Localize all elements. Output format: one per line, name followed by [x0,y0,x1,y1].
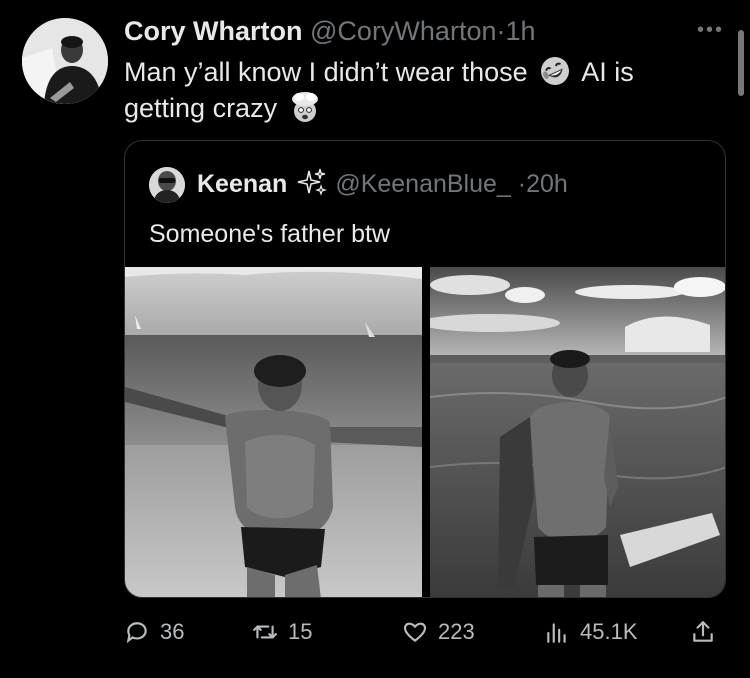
sparkles-icon [298,168,328,196]
like-count: 223 [438,619,475,644]
retweet-icon [253,625,277,639]
reply-icon [126,622,147,644]
reply-count: 36 [160,619,185,644]
tweet-text: Man y’all know I didn’t wear those AI is… [124,54,684,126]
quote-text: Someone's father btw [149,220,391,248]
tweet-header: Cory Wharton @CoryWharton·1h [124,14,536,48]
like-button[interactable]: 223 [402,614,475,650]
author-avatar[interactable] [22,18,108,104]
share-button[interactable] [690,614,716,650]
quote-author-handle[interactable]: @KeenanBlue_ [335,170,511,198]
retweet-button[interactable]: 15 [252,614,312,650]
quote-author-name[interactable]: Keenan [197,170,287,198]
quote-photo-left[interactable] [125,267,422,597]
views-chart-icon [547,623,566,643]
author-handle[interactable]: @CoryWharton [310,16,496,46]
views-count: 45.1K [580,619,638,644]
scrollbar[interactable] [738,30,744,96]
quote-separator-dot: · [517,170,527,198]
share-icon [693,621,713,642]
tweet-actions-bar: 36 15 223 45.1K [124,614,726,650]
retweet-count: 15 [288,619,313,644]
quote-photo-right[interactable] [430,267,725,597]
quoted-tweet-card[interactable]: Keenan @KeenanBlue_ ·20h Someone's fathe… [124,140,726,598]
exploding-head-emoji-icon [291,92,318,122]
author-name[interactable]: Cory Wharton [124,16,303,46]
quote-header: Keenan @KeenanBlue_ ·20h [197,167,568,201]
tweet-text-part-1: Man y’all know I didn’t wear those [124,57,528,87]
reply-button[interactable]: 36 [124,614,184,650]
quote-time[interactable]: 20h [526,170,568,198]
tweet-time[interactable]: 1h [505,16,535,46]
views-button[interactable]: 45.1K [544,614,638,650]
quote-author-avatar[interactable] [149,167,185,203]
rolling-on-floor-laughing-emoji-icon [541,57,570,85]
more-options-icon[interactable]: ••• [697,20,724,40]
heart-icon [403,622,427,643]
